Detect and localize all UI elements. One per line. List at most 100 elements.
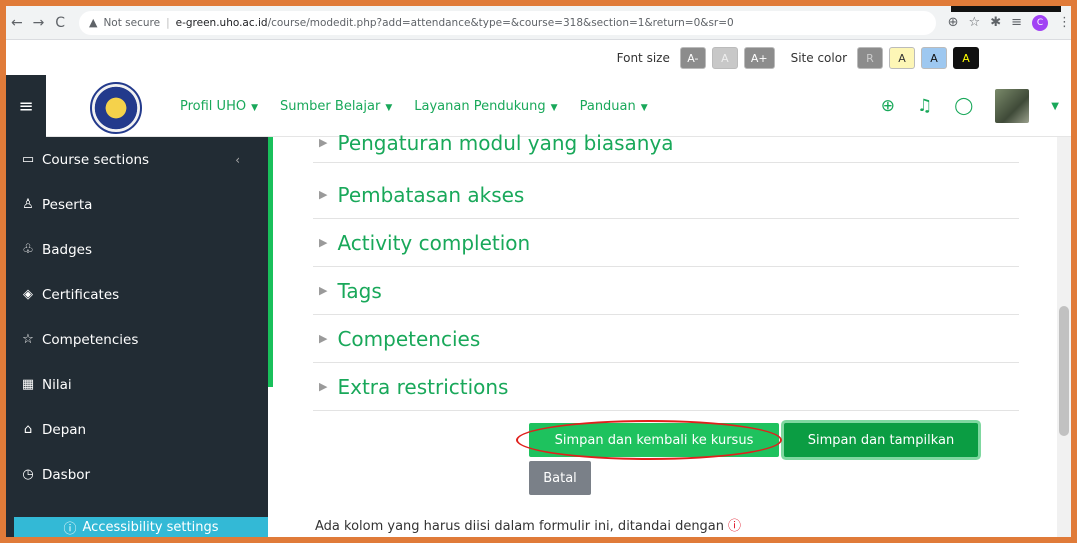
back-icon[interactable]: ← <box>6 15 28 31</box>
globe-icon[interactable]: ⊕ <box>881 96 895 116</box>
color-yellow-button[interactable]: A <box>889 47 915 69</box>
caret-right-icon: ▶ <box>319 236 328 249</box>
zoom-icon[interactable]: ⊕ <box>948 15 959 30</box>
sidebar-item-label: Course sections <box>42 151 150 168</box>
chevron-left-icon[interactable]: ‹ <box>235 153 240 167</box>
sidebar-item-course-sections[interactable]: ▭ Course sections ‹ <box>6 137 268 182</box>
browser-actions: ⊕ ☆ ✱ ≡ C ⋮ <box>948 14 1071 31</box>
caret-right-icon: ▶ <box>319 188 328 201</box>
star-icon[interactable]: ☆ <box>969 15 981 30</box>
user-avatar[interactable] <box>995 89 1030 123</box>
caret-right-icon: ▶ <box>319 284 328 297</box>
reading-list-icon[interactable]: ≡ <box>1011 15 1022 30</box>
sidebar-item-nilai[interactable]: ▦ Nilai <box>6 362 268 407</box>
font-decrease-button[interactable]: A- <box>679 47 706 69</box>
section-pembatasan-akses[interactable]: ▶ Pembatasan akses <box>313 171 1019 219</box>
scrollbar-thumb[interactable] <box>1059 306 1069 436</box>
folder-icon: ▭ <box>21 152 35 167</box>
color-reset-button[interactable]: R <box>857 47 883 69</box>
menu-item-label: Layanan Pendukung <box>414 98 546 114</box>
profile-avatar[interactable]: C <box>1032 14 1048 31</box>
caret-right-icon: ▶ <box>319 380 328 393</box>
font-size-label: Font size <box>616 51 670 65</box>
section-title: Pengaturan modul yang biasanya <box>337 130 674 155</box>
dashboard-icon: ◷ <box>22 467 34 482</box>
sidebar-item-depan[interactable]: ⌂ Depan <box>6 407 268 452</box>
section-competencies[interactable]: ▶ Competencies <box>313 315 1019 363</box>
color-blue-button[interactable]: A <box>921 47 947 69</box>
section-title: Competencies <box>337 326 481 351</box>
warning-icon: ▲ <box>88 16 98 29</box>
forward-icon[interactable]: → <box>28 15 50 31</box>
bell-icon[interactable]: ♫ <box>917 96 932 116</box>
screenshot-frame: ← → C ▲ Not secure | e-green.uho.ac.id /… <box>6 6 1071 537</box>
menu-item-label: Sumber Belajar <box>280 98 381 114</box>
caret-down-icon: ▼ <box>251 102 259 113</box>
chat-icon[interactable]: ◯ <box>954 96 973 116</box>
section-activity-completion[interactable]: ▶ Activity completion <box>313 219 1019 267</box>
sidebar-item-label: Dasbor <box>42 466 91 483</box>
site-color-label: Site color <box>790 51 847 65</box>
caret-down-icon: ▼ <box>640 102 648 113</box>
font-increase-button[interactable]: A+ <box>743 47 775 69</box>
annotation-oval <box>516 420 782 460</box>
main-content: ▶ Pengaturan modul yang biasanya ▶ Pembata… <box>273 131 1071 537</box>
reload-icon[interactable]: C <box>49 15 71 31</box>
font-reset-button[interactable]: A <box>711 47 738 69</box>
required-note-text: Ada kolom yang harus diisi dalam formuli… <box>315 519 725 534</box>
caret-right-icon: ▶ <box>319 136 328 149</box>
sidebar-item-label: Nilai <box>42 376 72 393</box>
caret-down-icon[interactable]: ▼ <box>1051 101 1059 112</box>
browser-toolbar: ← → C ▲ Not secure | e-green.uho.ac.id /… <box>6 6 1071 40</box>
book-icon: ▦ <box>21 377 35 392</box>
accessibility-toolbar: Font size A- A A+ Site color R A A A <box>6 41 1071 75</box>
kebab-menu-icon[interactable]: ⋮ <box>1058 15 1071 30</box>
section-tags[interactable]: ▶ Tags <box>313 267 1019 315</box>
address-bar[interactable]: ▲ Not secure | e-green.uho.ac.id /course… <box>78 10 936 35</box>
accessibility-settings-button[interactable]: ⓘ Accessibility settings <box>14 517 268 537</box>
menu-item-panduan[interactable]: Panduan ▼ <box>580 99 648 114</box>
sidebar-item-dasbor[interactable]: ◷ Dasbor <box>6 452 268 497</box>
hamburger-menu-icon[interactable]: ≡ <box>6 75 46 137</box>
home-icon: ⌂ <box>23 422 33 437</box>
accessibility-settings-label: Accessibility settings <box>82 519 219 535</box>
menu-item-sumber-belajar[interactable]: Sumber Belajar ▼ <box>280 99 392 114</box>
info-icon: ⓘ <box>63 521 77 537</box>
required-icon: ⓘ <box>728 519 742 534</box>
security-label: Not secure <box>103 16 161 29</box>
users-icon: ♙ <box>22 197 34 212</box>
caret-right-icon: ▶ <box>319 332 328 345</box>
section-title: Pembatasan akses <box>337 182 525 207</box>
menu-item-layanan[interactable]: Layanan Pendukung ▼ <box>414 99 557 114</box>
save-and-display-button[interactable]: Simpan dan tampilkan <box>784 423 978 457</box>
sidebar-item-label: Badges <box>42 241 93 258</box>
url-host: e-green.uho.ac.id <box>175 16 268 29</box>
extensions-icon[interactable]: ✱ <box>990 15 1001 30</box>
menu-item-label: Panduan <box>579 98 636 114</box>
sidebar-item-label: Certificates <box>42 286 120 303</box>
url-separator: | <box>166 16 170 29</box>
sidebar-item-peserta[interactable]: ♙ Peserta <box>6 182 268 227</box>
section-pengaturan-modul[interactable]: ▶ Pengaturan modul yang biasanya <box>313 123 1019 163</box>
required-fields-note: Ada kolom yang harus diisi dalam formuli… <box>315 515 741 534</box>
section-extra-restrictions[interactable]: ▶ Extra restrictions <box>313 363 1019 411</box>
sidebar-item-label: Depan <box>42 421 87 438</box>
redaction-bar <box>951 6 1061 12</box>
caret-down-icon: ▼ <box>550 102 558 113</box>
sidebar: ▭ Course sections ‹ ♙ Peserta ♧ Badges ◈ Cert… <box>6 137 268 537</box>
university-logo[interactable] <box>90 82 142 134</box>
url-path: /course/modedit.php?add=attendance&type=… <box>267 16 734 29</box>
sidebar-item-certificates[interactable]: ◈ Certificates <box>6 272 268 317</box>
section-title: Tags <box>337 278 382 303</box>
star-icon: ☆ <box>22 332 34 347</box>
sidebar-item-badges[interactable]: ♧ Badges <box>6 227 268 272</box>
certificate-icon: ◈ <box>23 287 33 302</box>
sidebar-item-label: Competencies <box>42 331 139 348</box>
menu-item-profil[interactable]: Profil UHO ▼ <box>180 99 258 114</box>
badge-icon: ♧ <box>22 242 34 257</box>
sidebar-item-competencies[interactable]: ☆ Competencies <box>6 317 268 362</box>
menu-item-label: Profil UHO <box>180 98 247 114</box>
color-black-button[interactable]: A <box>953 47 979 69</box>
cancel-button[interactable]: Batal <box>529 461 591 495</box>
caret-down-icon: ▼ <box>385 102 393 113</box>
